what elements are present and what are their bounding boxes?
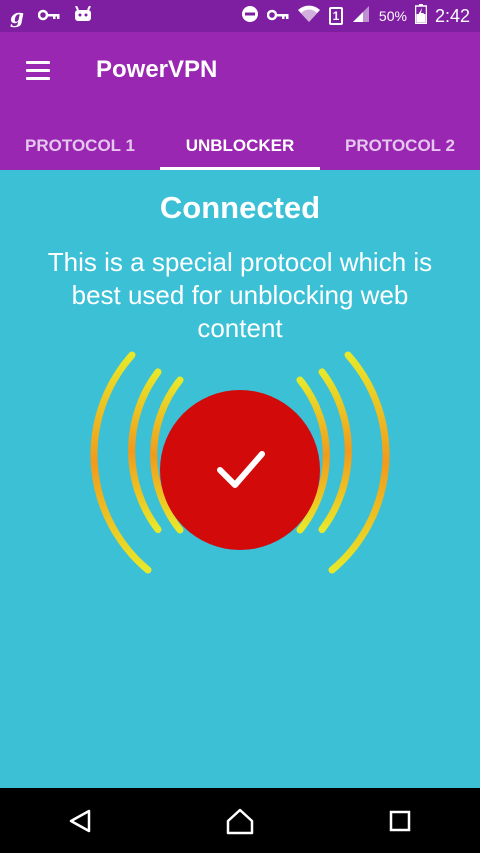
clock-time: 2:42	[434, 5, 470, 26]
connect-visual	[90, 351, 390, 574]
do-not-disturb-icon	[241, 5, 259, 28]
battery-charging-icon	[414, 3, 428, 29]
sim-slot-icon: 1	[328, 7, 343, 25]
recents-square-icon[interactable]	[370, 791, 430, 851]
hamburger-menu-icon[interactable]	[26, 61, 50, 81]
vpn-key-icon	[37, 6, 60, 26]
status-bar-notifications: g	[10, 4, 241, 28]
connect-button[interactable]	[160, 390, 320, 550]
android-robot-icon	[74, 5, 92, 27]
status-bar-system: 1 50% 2:42	[241, 3, 470, 29]
app-title: PowerVPN	[96, 56, 218, 83]
signal-wave-left-3	[90, 351, 152, 574]
tab-unblocker[interactable]: UNBLOCKER	[160, 122, 320, 170]
protocol-description: This is a special protocol which is best…	[47, 247, 433, 343]
protocol-tabs: PROTOCOL 1 UNBLOCKER PROTOCOL 2	[0, 122, 480, 170]
tab-protocol-2[interactable]: PROTOCOL 2	[320, 122, 480, 170]
home-icon[interactable]	[210, 791, 270, 851]
signal-wave-right-3	[328, 351, 390, 574]
signal-icon	[351, 5, 371, 27]
wifi-icon	[297, 5, 321, 28]
carrier-app-icon: g	[10, 4, 24, 28]
app-bar: PowerVPN PROTOCOL 1 UNBLOCKER PROTOCOL 2	[0, 32, 480, 170]
battery-percent: 50%	[378, 8, 407, 24]
main-content: Connected This is a special protocol whi…	[0, 170, 480, 788]
vpn-key-icon	[266, 6, 289, 26]
status-bar: g 1 50% 2:42	[0, 0, 480, 32]
system-nav-bar	[0, 788, 480, 853]
connection-status: Connected	[159, 190, 321, 225]
tab-protocol-1[interactable]: PROTOCOL 1	[0, 122, 160, 170]
back-triangle-icon[interactable]	[50, 791, 110, 851]
